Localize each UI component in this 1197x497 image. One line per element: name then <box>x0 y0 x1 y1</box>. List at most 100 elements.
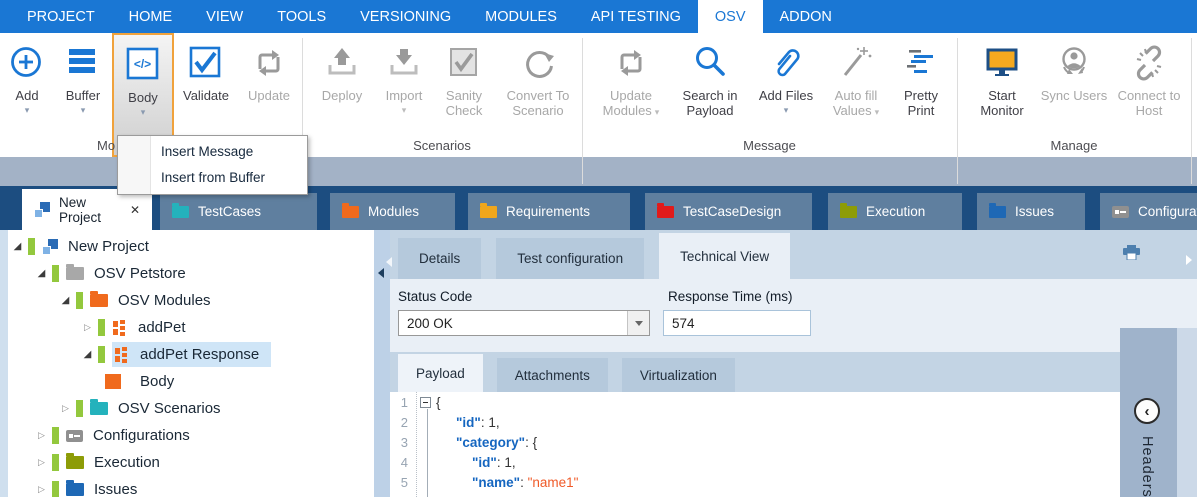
collapse-region-icon[interactable] <box>420 397 431 408</box>
tab-modules[interactable]: Modules <box>330 193 455 230</box>
application-window: PROJECT HOME VIEW TOOLS VERSIONING MODUL… <box>0 0 1197 497</box>
search-icon <box>690 38 730 88</box>
tree-item-body[interactable]: Body <box>8 368 374 395</box>
tab-virtualization[interactable]: Virtualization <box>622 358 735 392</box>
update-label: Update <box>248 88 290 103</box>
folder-icon <box>840 206 857 218</box>
add-files-label: Add Files <box>759 88 813 103</box>
folder-icon <box>90 402 108 415</box>
response-time-input[interactable]: 574 <box>663 310 811 336</box>
status-code-select[interactable]: 200 OK <box>398 310 650 336</box>
collapse-left-icon[interactable] <box>378 268 384 278</box>
folder-icon <box>989 206 1006 218</box>
status-code-value: 200 OK <box>399 316 627 331</box>
expander-expanded-icon[interactable]: ◢ <box>10 241 25 252</box>
tab-label: Issues <box>1015 204 1054 219</box>
menu-modules[interactable]: MODULES <box>468 0 574 33</box>
sync-users-icon <box>1054 38 1094 88</box>
print-icon[interactable] <box>1123 245 1140 260</box>
add-label: Add <box>15 88 38 103</box>
tab-new-project[interactable]: New Project ✕ <box>22 189 152 230</box>
response-time-label: Response Time (ms) <box>668 289 793 304</box>
menu-versioning[interactable]: VERSIONING <box>343 0 468 33</box>
tree-label: OSV Modules <box>118 292 211 309</box>
menu-addon[interactable]: ADDON <box>763 0 849 33</box>
line-number: 3 <box>390 435 416 450</box>
tree-item-addpet[interactable]: ▷ addPet <box>8 314 374 341</box>
menu-home[interactable]: HOME <box>112 0 190 33</box>
expander-expanded-icon[interactable]: ◢ <box>80 349 95 360</box>
tree-label: Issues <box>94 481 137 497</box>
menu-tools[interactable]: TOOLS <box>260 0 343 33</box>
expand-headers-button[interactable]: ‹ <box>1134 398 1160 424</box>
convert-to-scenario-label: Convert To Scenario <box>494 88 582 118</box>
group-label-scenarios: Scenarios <box>302 138 582 153</box>
convert-to-scenario-icon <box>518 38 558 88</box>
menu-view[interactable]: VIEW <box>189 0 260 33</box>
green-marker <box>76 292 83 309</box>
menu-item-insert-from-buffer[interactable]: Insert from Buffer <box>118 165 307 191</box>
close-icon[interactable]: ✕ <box>130 203 140 217</box>
folder-icon <box>66 483 84 496</box>
expander-collapsed-icon[interactable]: ▷ <box>34 484 49 495</box>
tree-item-issues[interactable]: ▷ Issues <box>8 476 374 497</box>
left-edge-strip <box>0 230 8 497</box>
deploy-icon <box>322 38 362 88</box>
magic-wand-icon <box>836 38 876 88</box>
tree-item-addpet-response-selected[interactable]: ◢ addPet Response <box>8 341 374 368</box>
tab-attachments[interactable]: Attachments <box>497 358 608 392</box>
expander-expanded-icon[interactable]: ◢ <box>58 295 73 306</box>
line-number: 1 <box>390 395 416 410</box>
green-marker <box>76 400 83 417</box>
tab-payload[interactable]: Payload <box>398 354 483 392</box>
menu-bar: PROJECT HOME VIEW TOOLS VERSIONING MODUL… <box>0 0 1197 33</box>
payload-code-editor[interactable]: 1 { 2 "id": 1, 3 "category": { <box>390 392 1120 497</box>
module-icon <box>114 347 130 363</box>
tree-item-execution[interactable]: ▷ Execution <box>8 449 374 476</box>
tree-item-osv-petstore[interactable]: ◢ OSV Petstore <box>8 260 374 287</box>
expander-collapsed-icon[interactable]: ▷ <box>58 403 73 414</box>
group-separator <box>1191 38 1192 184</box>
menu-osv-active[interactable]: OSV <box>698 0 763 33</box>
group-label-modify: Mo <box>97 138 115 153</box>
tab-configuration[interactable]: Configurat <box>1100 193 1197 230</box>
expander-collapsed-icon[interactable]: ▷ <box>80 322 95 333</box>
tree-item-osv-scenarios[interactable]: ▷ OSV Scenarios <box>8 395 374 422</box>
menu-item-insert-message[interactable]: Insert Message <box>118 139 307 165</box>
tab-test-configuration[interactable]: Test configuration <box>496 238 644 279</box>
dropdown-caret-icon: ▾ <box>402 106 407 115</box>
headers-panel-label: Headers <box>1139 436 1155 497</box>
headers-collapsed-panel[interactable]: ‹ Headers <box>1120 328 1177 497</box>
green-marker <box>52 427 59 444</box>
tab-requirements[interactable]: Requirements <box>468 193 630 230</box>
tab-testcases[interactable]: TestCases <box>160 193 317 230</box>
update-modules-label: Update Modules▾ <box>592 88 670 120</box>
dropdown-caret-icon: ▾ <box>141 108 146 117</box>
tab-issues[interactable]: Issues <box>977 193 1085 230</box>
tree-label: Execution <box>94 454 160 471</box>
tree-label: OSV Scenarios <box>118 400 221 417</box>
tab-technical-view[interactable]: Technical View <box>659 233 790 279</box>
dropdown-caret-icon: ▾ <box>81 106 86 115</box>
group-label-manage: Manage <box>957 138 1191 153</box>
add-button[interactable]: Add ▾ <box>0 33 54 157</box>
tab-execution[interactable]: Execution <box>828 193 962 230</box>
menu-api-testing[interactable]: API TESTING <box>574 0 698 33</box>
tree-item-osv-modules[interactable]: ◢ OSV Modules <box>8 287 374 314</box>
menu-project[interactable]: PROJECT <box>10 0 112 33</box>
chevron-down-icon[interactable] <box>627 311 649 335</box>
status-code-label: Status Code <box>398 289 472 304</box>
search-in-payload-label: Search in Payload <box>670 88 750 118</box>
tree-splitter[interactable] <box>374 230 390 497</box>
tab-scroll-left-icon[interactable] <box>386 257 392 267</box>
tab-scroll-right-icon[interactable] <box>1186 255 1192 265</box>
expander-expanded-icon[interactable]: ◢ <box>34 268 49 279</box>
expander-collapsed-icon[interactable]: ▷ <box>34 457 49 468</box>
tree-item-configurations[interactable]: ▷ Configurations <box>8 422 374 449</box>
tab-testcasedesign[interactable]: TestCaseDesign <box>645 193 812 230</box>
expander-collapsed-icon[interactable]: ▷ <box>34 430 49 441</box>
folder-icon <box>66 267 84 280</box>
tab-details[interactable]: Details <box>398 238 481 279</box>
pretty-print-icon <box>901 38 941 88</box>
tree-item-new-project[interactable]: ◢ New Project <box>8 233 374 260</box>
